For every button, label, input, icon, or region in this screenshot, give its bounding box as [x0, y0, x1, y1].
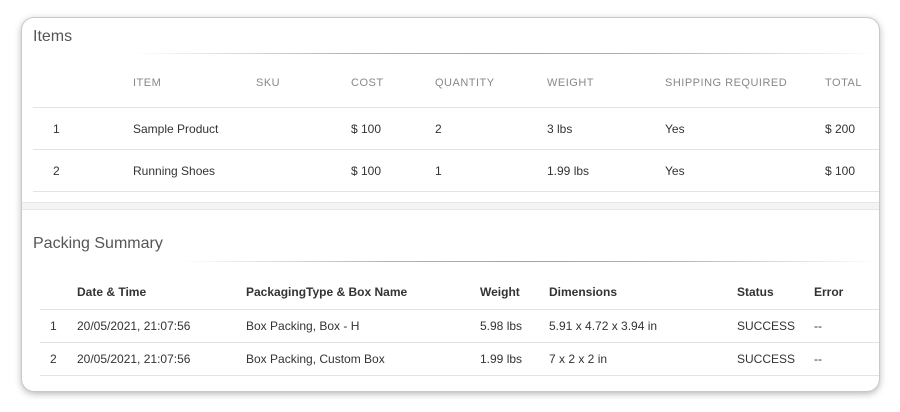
packing-weight: 1.99 lbs [480, 352, 523, 366]
items-header-weight: WEIGHT [547, 77, 594, 89]
items-table-header: ITEM SKU COST QUANTITY WEIGHT SHIPPING R… [33, 63, 879, 108]
packing-dimensions: 5.91 x 4.72 x 3.94 in [549, 319, 658, 333]
packing-header-status: Status [737, 285, 774, 299]
items-header-item: ITEM [133, 77, 162, 89]
packing-status: SUCCESS [737, 319, 796, 333]
item-name: Running Shoes [133, 164, 216, 178]
packing-summary-title: Packing Summary [33, 235, 163, 252]
packing-title-rule [182, 261, 879, 262]
item-shipping-required: Yes [665, 122, 685, 136]
order-details-card: Items ITEM SKU COST QUANTITY WEIGHT SHIP… [22, 18, 879, 391]
items-header-cost: COST [351, 77, 384, 89]
item-cost: $ 100 [351, 122, 382, 136]
packing-error: -- [814, 319, 822, 333]
packing-header-error: Error [814, 285, 844, 299]
items-title-rule [132, 53, 879, 54]
packing-dimensions: 7 x 2 x 2 in [549, 352, 608, 366]
item-cost: $ 100 [351, 164, 382, 178]
packing-header-box-name: PackagingType & Box Name [246, 285, 408, 299]
item-quantity: 2 [435, 122, 442, 136]
item-shipping-required: Yes [665, 164, 685, 178]
items-header-quantity: QUANTITY [435, 77, 495, 89]
packing-number: 1 [50, 319, 57, 333]
packing-box-name: Box Packing, Box - H [246, 319, 360, 333]
packing-header-weight: Weight [480, 285, 520, 299]
items-table: ITEM SKU COST QUANTITY WEIGHT SHIPPING R… [33, 63, 879, 192]
items-section-title: Items [33, 28, 73, 45]
packing-status: SUCCESS [737, 352, 796, 366]
item-number: 1 [53, 122, 60, 136]
item-name: Sample Product [133, 122, 219, 136]
packing-date-time: 20/05/2021, 21:07:56 [77, 319, 191, 333]
table-row: 2 Running Shoes $ 100 1 1.99 lbs Yes $ 1… [33, 150, 879, 192]
packing-table-header: Date & Time PackagingType & Box Name Wei… [40, 273, 879, 310]
table-row: 1 20/05/2021, 21:07:56 Box Packing, Box … [40, 310, 879, 343]
item-quantity: 1 [435, 164, 442, 178]
item-total: $ 100 [825, 164, 856, 178]
packing-summary-table: Date & Time PackagingType & Box Name Wei… [40, 273, 879, 376]
items-header-sku: SKU [256, 77, 281, 89]
table-row: 2 20/05/2021, 21:07:56 Box Packing, Cust… [40, 343, 879, 376]
item-number: 2 [53, 164, 60, 178]
item-total: $ 200 [825, 122, 856, 136]
packing-header-date-time: Date & Time [77, 285, 147, 299]
packing-error: -- [814, 352, 822, 366]
packing-weight: 5.98 lbs [480, 319, 523, 333]
packing-header-dimensions: Dimensions [549, 285, 618, 299]
item-weight: 3 lbs [547, 122, 573, 136]
items-header-shipping-required: SHIPPING REQUIRED [665, 77, 788, 89]
section-divider [22, 202, 879, 210]
packing-date-time: 20/05/2021, 21:07:56 [77, 352, 191, 366]
items-header-total: TOTAL [825, 77, 862, 89]
packing-number: 2 [50, 352, 57, 366]
item-weight: 1.99 lbs [547, 164, 590, 178]
packing-box-name: Box Packing, Custom Box [246, 352, 385, 366]
table-row: 1 Sample Product $ 100 2 3 lbs Yes $ 200 [33, 108, 879, 150]
